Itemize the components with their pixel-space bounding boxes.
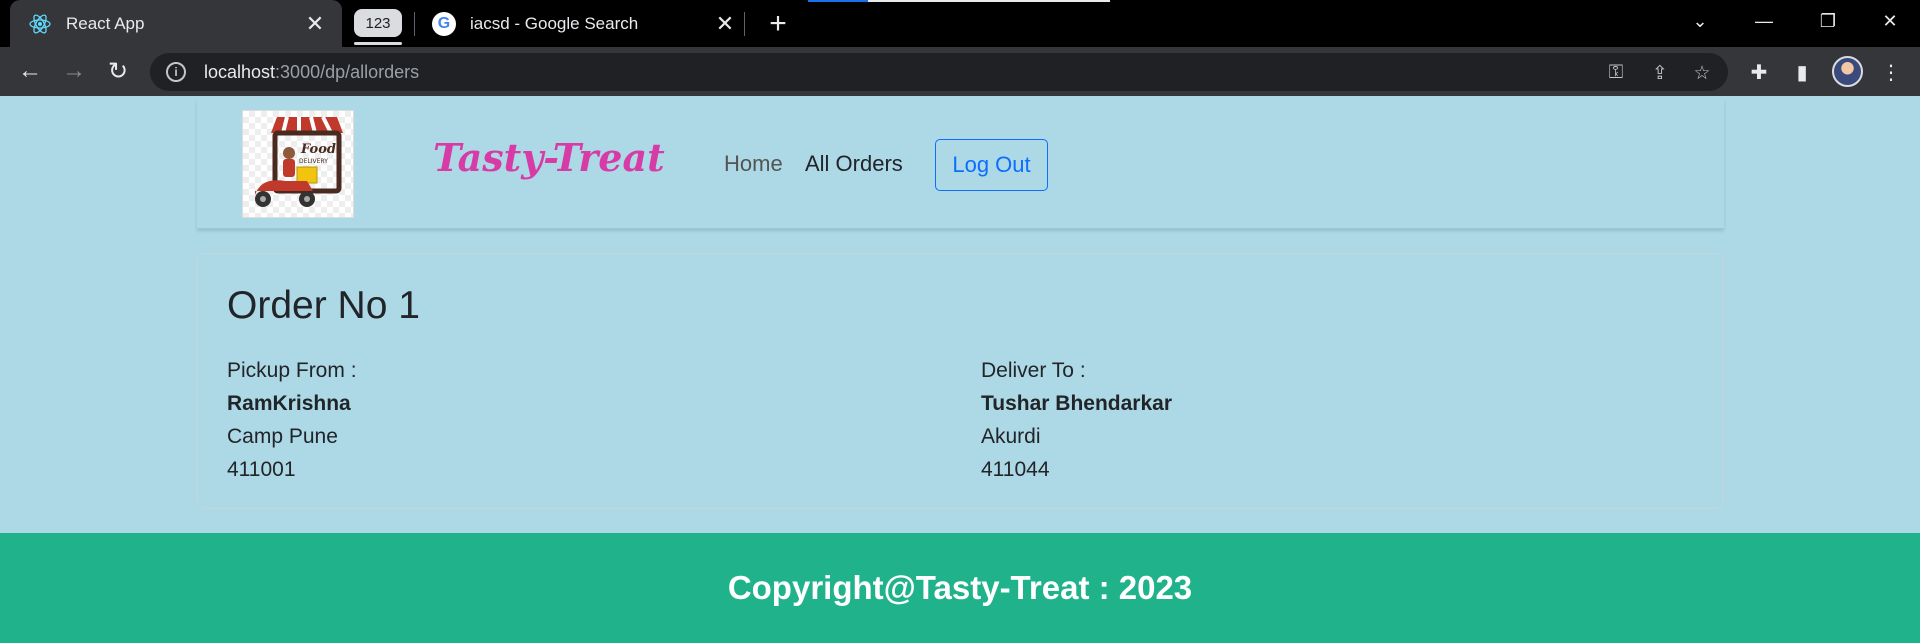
loading-indicator <box>808 0 868 2</box>
site-navbar: Food DELIVERY Tasty-Treat Home All Order… <box>197 99 1724 229</box>
browser-toolbar: ← → ↻ i localhost:3000/dp/allorders ⚿ ⇪ … <box>0 47 1920 96</box>
brand-title[interactable]: Tasty-Treat <box>433 135 665 180</box>
minimize-icon[interactable]: — <box>1732 0 1796 42</box>
star-icon[interactable]: ☆ <box>1688 59 1716 87</box>
chevron-down-icon[interactable]: ⌄ <box>1668 0 1732 42</box>
close-icon[interactable]: ✕ <box>300 12 330 35</box>
url-host: localhost <box>204 61 276 82</box>
info-icon[interactable]: i <box>166 62 186 82</box>
browser-tab-bar: React App ✕ 123 G iacsd - Google Search … <box>0 0 1920 47</box>
google-icon: G <box>432 11 456 36</box>
tab-strip-highlight <box>868 0 1110 2</box>
back-icon[interactable]: ← <box>11 52 49 90</box>
url-path: :3000/dp/allorders <box>275 61 420 82</box>
delivery-name: Tushar Bhendarkar <box>981 392 1172 415</box>
tab-divider <box>414 12 415 36</box>
copyright-text: Copyright@Tasty-Treat : 2023 <box>727 569 1193 606</box>
pickup-label: Pickup From : <box>227 359 357 382</box>
tab-title: React App <box>66 13 145 33</box>
logout-button[interactable]: Log Out <box>935 139 1048 191</box>
share-icon[interactable]: ⇪ <box>1646 59 1674 87</box>
extensions-icon[interactable]: ✚ <box>1742 55 1776 89</box>
pickup-name: RamKrishna <box>227 392 351 415</box>
nav-link-home[interactable]: Home <box>724 151 783 177</box>
restore-icon[interactable]: ❐ <box>1796 0 1860 42</box>
close-icon[interactable]: ✕ <box>710 12 740 35</box>
react-icon <box>29 13 51 34</box>
address-bar[interactable]: i localhost:3000/dp/allorders ⚿ ⇪ ☆ <box>150 53 1728 91</box>
delivery-label: Deliver To : <box>981 359 1086 382</box>
delivery-area: Akurdi <box>981 425 1041 448</box>
avatar[interactable] <box>1832 56 1863 87</box>
tab-title: iacsd - Google Search <box>470 13 639 33</box>
food-delivery-logo[interactable]: Food DELIVERY <box>242 110 354 218</box>
tab-google-search[interactable]: G iacsd - Google Search ✕ <box>420 0 740 47</box>
url-text: localhost:3000/dp/allorders <box>204 62 419 83</box>
pickup-area: Camp Pune <box>227 425 338 448</box>
site-footer: Copyright@Tasty-Treat : 2023 <box>0 533 1920 643</box>
delivery-pincode: 411044 <box>981 458 1050 481</box>
food-delivery-icon: Food DELIVERY <box>255 116 343 207</box>
side-panel-icon[interactable]: ▮ <box>1785 55 1819 89</box>
pickup-pincode: 411001 <box>227 458 296 481</box>
tab-react-app[interactable]: React App ✕ <box>10 0 342 47</box>
more-menu-icon[interactable]: ⋮ <box>1874 55 1908 89</box>
tab-divider <box>744 12 745 36</box>
page-content: Food DELIVERY Tasty-Treat Home All Order… <box>0 96 1920 533</box>
svg-text:Food: Food <box>300 142 336 157</box>
tab-group-underline <box>354 42 402 45</box>
pickup-details: Pickup From : RamKrishna Camp Pune 41100… <box>227 354 357 486</box>
new-tab-icon[interactable]: + <box>760 6 796 42</box>
window-close-icon[interactable]: ✕ <box>1858 0 1920 42</box>
forward-icon[interactable]: → <box>55 52 93 90</box>
nav-link-all-orders[interactable]: All Orders <box>805 151 903 177</box>
svg-text:DELIVERY: DELIVERY <box>299 158 328 165</box>
key-icon[interactable]: ⚿ <box>1602 59 1630 87</box>
tab-group-chip[interactable]: 123 <box>354 9 402 37</box>
order-title: Order No 1 <box>227 284 420 327</box>
delivery-details: Deliver To : Tushar Bhendarkar Akurdi 41… <box>981 354 1172 486</box>
reload-icon[interactable]: ↻ <box>99 52 137 90</box>
order-card: Order No 1 Pickup From : RamKrishna Camp… <box>197 253 1724 509</box>
